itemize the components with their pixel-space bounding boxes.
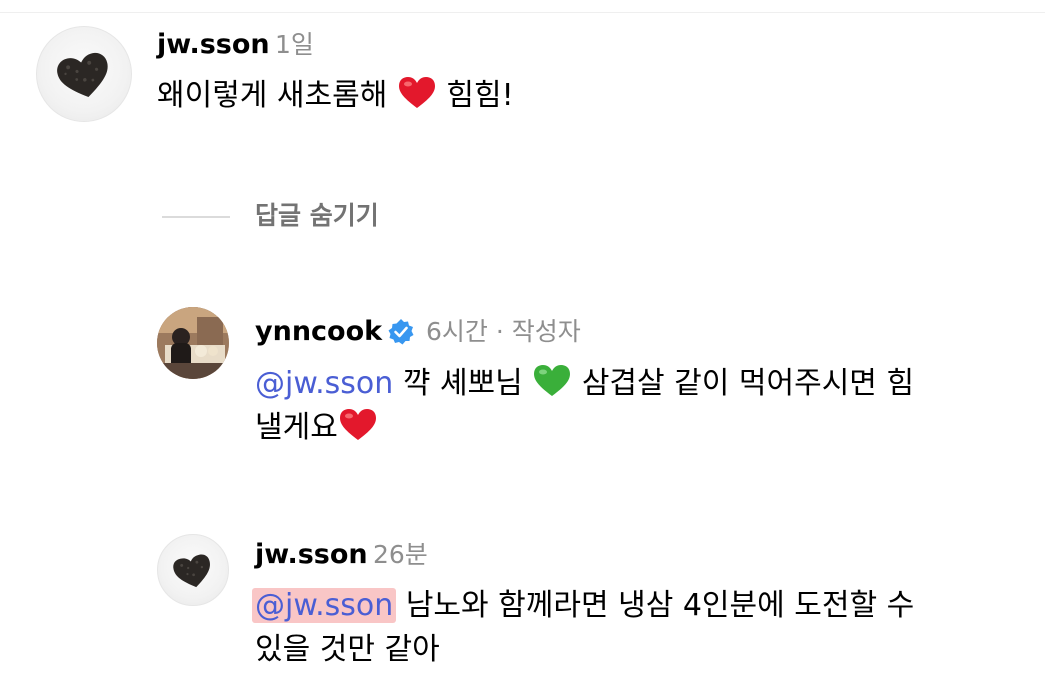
mention-link[interactable]: @jw.sson xyxy=(252,588,397,623)
reply-text: @jw.sson 꺅 셰뽀님 삼겹살 같이 먹어주시면 힘 낼게요 xyxy=(255,362,1025,450)
reply-line-2: 있을 것만 같아 xyxy=(255,628,1025,672)
reply-time: 26분 xyxy=(373,540,428,569)
red-heart-icon xyxy=(398,77,435,108)
reply-text-part: 남노와 함께라면 냉삼 4인분에 도전할 수 xyxy=(396,588,915,623)
mention-link[interactable]: @jw.sson xyxy=(255,366,393,401)
comment-text-part: 힘힘! xyxy=(436,78,514,113)
verified-badge-icon xyxy=(388,319,414,345)
comment-text: 왜이렇게 새초롬해 힘힘! xyxy=(157,74,1017,118)
comment-time: 1일 xyxy=(275,30,314,59)
reply-text-part: 삼겹살 같이 먹어주시면 힘 xyxy=(572,366,915,401)
reply-divider-line xyxy=(162,216,230,218)
reply-line-2: 낼게요 xyxy=(255,406,1025,450)
avatar[interactable] xyxy=(157,534,229,606)
avatar[interactable] xyxy=(36,26,132,122)
red-heart-icon xyxy=(339,409,376,440)
reply-username[interactable]: ynncook xyxy=(255,316,382,348)
reply-username[interactable]: jw.sson xyxy=(255,539,368,571)
comment-username[interactable]: jw.sson xyxy=(157,29,270,61)
reply-line-1: @jw.sson 꺅 셰뽀님 삼겹살 같이 먹어주시면 힘 xyxy=(255,362,1025,406)
reply-text-part: 낼게요 xyxy=(255,410,338,445)
green-heart-icon xyxy=(534,365,571,396)
profile-photo xyxy=(157,307,229,379)
comment-text-part: 왜이렇게 새초롬해 xyxy=(157,78,397,113)
reply-text-part: 꺅 셰뽀님 xyxy=(393,366,533,401)
reply-line-1: @jw.sson 남노와 함께라면 냉삼 4인분에 도전할 수 xyxy=(252,584,1025,628)
divider xyxy=(0,12,1045,13)
reply-text-part: 있을 것만 같아 xyxy=(255,632,440,667)
chocolate-heart-icon xyxy=(57,52,108,98)
avatar[interactable] xyxy=(157,307,229,379)
chocolate-heart-icon xyxy=(173,554,210,588)
reply-text: @jw.sson 남노와 함께라면 냉삼 4인분에 도전할 수 있을 것만 같아 xyxy=(252,584,1025,672)
comments-page: jw.sson 1일 왜이렇게 새초롬해 힘힘! 답글 숨기기 ynncook … xyxy=(0,0,1045,692)
hide-replies-button[interactable]: 답글 숨기기 xyxy=(255,199,379,233)
reply-meta: 6시간 · 작성자 xyxy=(426,317,581,346)
